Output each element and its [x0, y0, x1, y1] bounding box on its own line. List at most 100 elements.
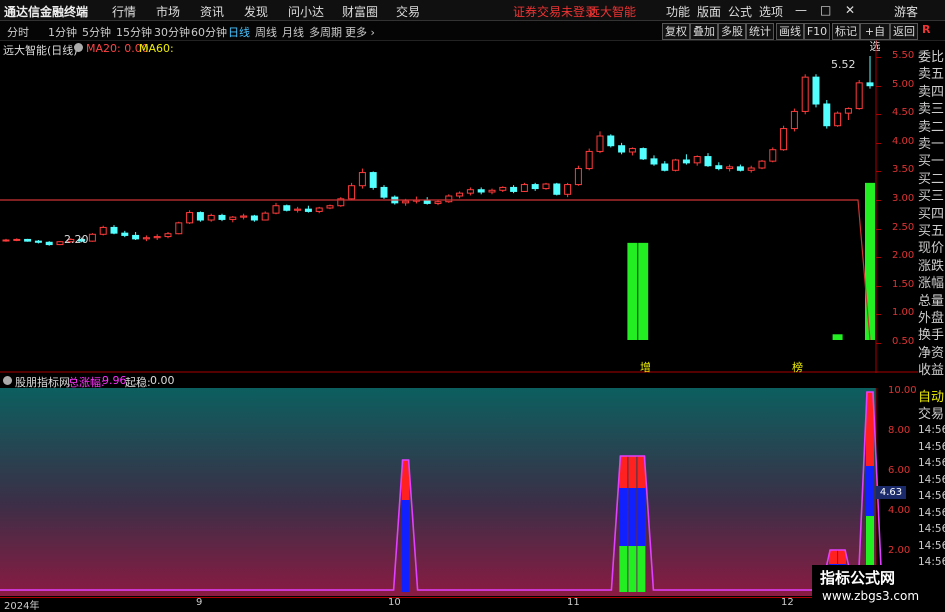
- fuquan-button[interactable]: 复权: [662, 23, 690, 40]
- candle-body: [780, 128, 788, 151]
- candle-body: [672, 159, 680, 171]
- time-item: 14:56: [918, 440, 945, 453]
- period-multi[interactable]: 多周期: [309, 24, 342, 40]
- duogu-button[interactable]: 多股: [718, 23, 746, 40]
- close-icon[interactable]: ✕: [845, 3, 855, 17]
- quote-label: 涨跌: [918, 258, 945, 274]
- huaxian-button[interactable]: 画线: [776, 23, 804, 40]
- candle-body: [153, 236, 161, 239]
- x-label-12: 12: [781, 597, 794, 608]
- period-60min[interactable]: 60分钟: [191, 24, 227, 40]
- candle-body: [704, 156, 712, 167]
- indicator-green-bar: [619, 546, 628, 592]
- low-marker: 2.20: [64, 233, 89, 246]
- period-30min[interactable]: 30分钟: [154, 24, 190, 40]
- candle-body: [596, 135, 604, 152]
- candle-body: [531, 184, 539, 190]
- candle-body: [855, 82, 863, 110]
- menu-jiaoyi[interactable]: 交易: [396, 3, 420, 20]
- signal-bar: [638, 242, 649, 340]
- indicator-blue-bar: [401, 500, 410, 592]
- menu-gongneng[interactable]: 功能: [666, 3, 690, 20]
- candle-body: [315, 207, 323, 212]
- candle-body: [801, 76, 809, 112]
- candle-body: [142, 237, 150, 240]
- menu-banmian[interactable]: 版面: [697, 3, 721, 20]
- candle-body: [445, 195, 453, 203]
- candle-body: [520, 184, 528, 192]
- time-item: 14:56: [918, 506, 945, 519]
- add-watchlist-button[interactable]: +自选: [860, 23, 890, 53]
- candle-body: [790, 110, 798, 130]
- maximize-icon[interactable]: □: [820, 3, 831, 17]
- login-notice[interactable]: 证券交易未登录: [513, 3, 597, 20]
- menu-hangqing[interactable]: 行情: [112, 3, 136, 20]
- back-button[interactable]: 返回: [890, 23, 918, 40]
- biaoji-button[interactable]: 标记: [832, 23, 860, 40]
- candle-body: [110, 226, 118, 234]
- candle-body: [488, 189, 496, 193]
- user-label[interactable]: 游客: [894, 3, 918, 20]
- minimize-icon[interactable]: —: [795, 3, 807, 17]
- diejia-button[interactable]: 叠加: [690, 23, 718, 40]
- period-more[interactable]: 更多 ›: [345, 24, 375, 40]
- y-tick-mark: [876, 342, 881, 344]
- candle-body: [812, 76, 820, 105]
- menu-wenxiaoda[interactable]: 问小达: [288, 3, 324, 20]
- candle-body: [542, 183, 550, 190]
- time-item: 14:56: [918, 539, 945, 552]
- menu-zixun[interactable]: 资讯: [200, 3, 224, 20]
- candlestick-chart[interactable]: [0, 40, 918, 373]
- candle-body: [34, 240, 42, 243]
- y-tick-mark: [876, 257, 881, 259]
- candle-body: [823, 103, 831, 127]
- candle-body: [164, 233, 172, 238]
- y-tick-mark: [876, 114, 881, 116]
- candle-body: [304, 208, 312, 212]
- quote-label: 换手: [918, 328, 945, 344]
- quote-label: 净资: [918, 345, 945, 361]
- candle-body: [121, 232, 129, 236]
- period-daily[interactable]: 日线: [228, 24, 250, 40]
- signal-bar: [832, 334, 843, 340]
- current-value-tag: 4.63: [876, 486, 906, 499]
- menu-faxian[interactable]: 发现: [244, 3, 268, 20]
- candle-body: [207, 214, 215, 221]
- candle-body: [88, 233, 96, 242]
- high-marker: 5.52: [831, 58, 856, 71]
- f10-button[interactable]: F10: [804, 23, 830, 40]
- y-tick-mark: [876, 142, 881, 144]
- candle-body: [240, 215, 248, 218]
- indicator-menu-icon[interactable]: [3, 376, 12, 385]
- period-monthly[interactable]: 月线: [282, 24, 304, 40]
- period-1min[interactable]: 1分钟: [48, 24, 77, 40]
- candle-body: [499, 186, 507, 191]
- x-label-10: 10: [388, 597, 401, 608]
- y-tick-mark: [876, 228, 881, 230]
- indicator-background: [0, 388, 876, 596]
- menu-xuanxiang[interactable]: 选项: [759, 3, 783, 20]
- tongji-button[interactable]: 统计: [746, 23, 774, 40]
- time-item: 14:56: [918, 457, 945, 469]
- menu-shichang[interactable]: 市场: [156, 3, 180, 20]
- indicator-chart[interactable]: [0, 388, 918, 598]
- quote-label: 涨幅: [918, 276, 945, 292]
- menu-caifuquan[interactable]: 财富圈: [342, 3, 378, 20]
- y-tick-mark: [876, 285, 881, 287]
- quote-label: 卖一: [918, 137, 945, 152]
- menu-gongshi[interactable]: 公式: [728, 3, 752, 20]
- corner-badge: R: [922, 23, 931, 36]
- candle-body: [747, 167, 755, 171]
- period-15min[interactable]: 15分钟: [116, 24, 152, 40]
- candle-body: [369, 172, 377, 188]
- candle-body: [510, 186, 518, 192]
- candle-body: [758, 160, 766, 169]
- period-weekly[interactable]: 周线: [255, 24, 277, 40]
- stock-link[interactable]: 远大智能: [588, 3, 636, 20]
- candle-body: [715, 165, 723, 170]
- trade-label[interactable]: 交易: [918, 403, 944, 422]
- quote-label: 买二: [918, 171, 945, 187]
- period-fenshi[interactable]: 分时: [7, 24, 29, 40]
- period-5min[interactable]: 5分钟: [82, 24, 111, 40]
- quote-label: 卖四: [918, 84, 945, 100]
